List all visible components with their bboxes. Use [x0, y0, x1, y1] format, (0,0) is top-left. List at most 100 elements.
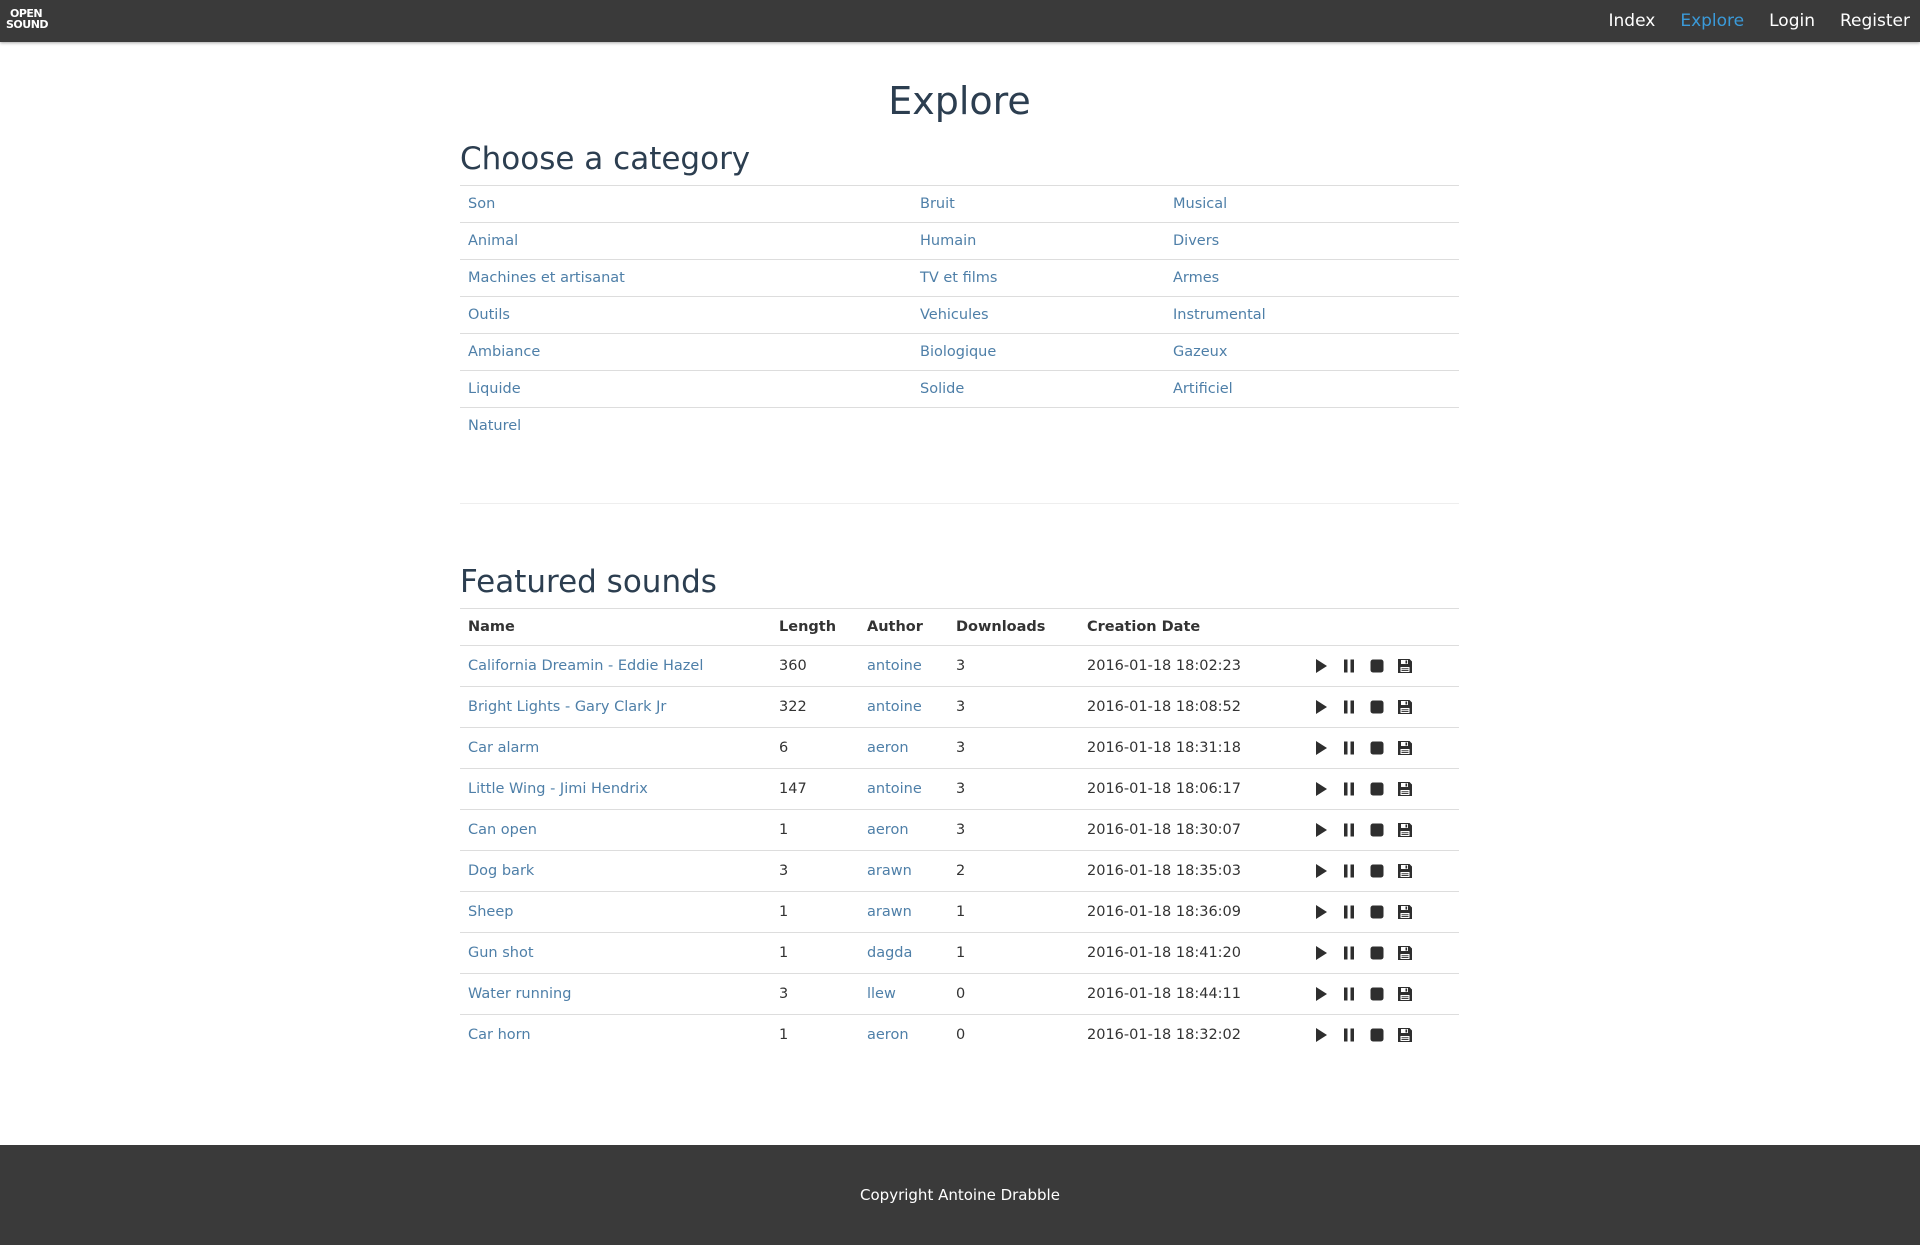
- sound-name-link[interactable]: California Dreamin - Eddie Hazel: [468, 658, 703, 674]
- author-link[interactable]: aeron: [867, 740, 909, 756]
- category-link[interactable]: Armes: [1173, 270, 1219, 286]
- sound-name-link[interactable]: Dog bark: [468, 863, 534, 879]
- logo[interactable]: OPEN SOUND: [6, 8, 49, 34]
- sound-name-link[interactable]: Water running: [468, 986, 571, 1002]
- category-link[interactable]: Biologique: [920, 344, 996, 360]
- category-section-title: Choose a category: [460, 141, 751, 177]
- player-controls: [1304, 903, 1451, 921]
- author-link[interactable]: aeron: [867, 1027, 909, 1043]
- download-button[interactable]: [1396, 903, 1414, 921]
- stop-button[interactable]: [1368, 698, 1386, 716]
- download-button[interactable]: [1396, 862, 1414, 880]
- author-link[interactable]: arawn: [867, 904, 912, 920]
- category-link[interactable]: Divers: [1173, 233, 1219, 249]
- play-button[interactable]: [1312, 698, 1330, 716]
- stop-button[interactable]: [1368, 657, 1386, 675]
- category-link[interactable]: TV et films: [920, 270, 997, 286]
- stop-button[interactable]: [1368, 780, 1386, 798]
- author-link[interactable]: arawn: [867, 863, 912, 879]
- play-button[interactable]: [1312, 985, 1330, 1003]
- cell-name: Little Wing - Jimi Hendrix: [460, 768, 771, 810]
- pause-button[interactable]: [1340, 903, 1358, 921]
- pause-button[interactable]: [1340, 862, 1358, 880]
- play-button[interactable]: [1312, 1026, 1330, 1044]
- sound-date: 2016-01-18 18:02:23: [1087, 658, 1241, 674]
- pause-button[interactable]: [1340, 780, 1358, 798]
- stop-button[interactable]: [1368, 903, 1386, 921]
- author-link[interactable]: llew: [867, 986, 896, 1002]
- sound-name-link[interactable]: Bright Lights - Gary Clark Jr: [468, 699, 666, 715]
- stop-button[interactable]: [1368, 985, 1386, 1003]
- nav-link-index[interactable]: Index: [1609, 11, 1656, 31]
- sound-name-link[interactable]: Gun shot: [468, 945, 534, 961]
- cell-length: 1: [771, 891, 859, 933]
- sound-name-link[interactable]: Sheep: [468, 904, 513, 920]
- pause-button[interactable]: [1340, 698, 1358, 716]
- play-button[interactable]: [1312, 780, 1330, 798]
- category-link[interactable]: Musical: [1173, 196, 1227, 212]
- download-button[interactable]: [1396, 780, 1414, 798]
- download-button[interactable]: [1396, 657, 1414, 675]
- pause-button[interactable]: [1340, 985, 1358, 1003]
- play-button[interactable]: [1312, 862, 1330, 880]
- category-link[interactable]: Vehicules: [920, 307, 989, 323]
- author-link[interactable]: antoine: [867, 699, 922, 715]
- category-link[interactable]: Instrumental: [1173, 307, 1266, 323]
- play-button[interactable]: [1312, 739, 1330, 757]
- stop-button[interactable]: [1368, 1026, 1386, 1044]
- category-link[interactable]: Solide: [920, 381, 964, 397]
- cell-controls: [1296, 891, 1459, 933]
- category-link[interactable]: Humain: [920, 233, 976, 249]
- category-link[interactable]: Machines et artisanat: [468, 270, 625, 286]
- author-link[interactable]: dagda: [867, 945, 912, 961]
- cell-controls: [1296, 850, 1459, 892]
- nav-link-explore[interactable]: Explore: [1680, 11, 1744, 31]
- column-header-creation-date: Creation Date: [1079, 608, 1296, 646]
- pause-button[interactable]: [1340, 944, 1358, 962]
- download-button[interactable]: [1396, 944, 1414, 962]
- stop-button[interactable]: [1368, 821, 1386, 839]
- author-link[interactable]: antoine: [867, 658, 922, 674]
- sound-name-link[interactable]: Car alarm: [468, 740, 539, 756]
- category-link[interactable]: Naturel: [468, 418, 521, 434]
- sound-name-link[interactable]: Little Wing - Jimi Hendrix: [468, 781, 648, 797]
- section-divider: [460, 503, 1459, 504]
- sound-date: 2016-01-18 18:08:52: [1087, 699, 1241, 715]
- stop-button[interactable]: [1368, 944, 1386, 962]
- download-button[interactable]: [1396, 1026, 1414, 1044]
- nav-link-register[interactable]: Register: [1840, 11, 1910, 31]
- pause-button[interactable]: [1340, 739, 1358, 757]
- download-button[interactable]: [1396, 698, 1414, 716]
- download-button[interactable]: [1396, 739, 1414, 757]
- category-link[interactable]: Son: [468, 196, 495, 212]
- pause-button[interactable]: [1340, 821, 1358, 839]
- nav-link-login[interactable]: Login: [1769, 11, 1815, 31]
- play-button[interactable]: [1312, 821, 1330, 839]
- category-row: Outils Vehicules Instrumental: [460, 296, 1459, 334]
- category-link[interactable]: Artificiel: [1173, 381, 1233, 397]
- category-link[interactable]: Ambiance: [468, 344, 540, 360]
- play-button[interactable]: [1312, 903, 1330, 921]
- pause-button[interactable]: [1340, 657, 1358, 675]
- category-link[interactable]: Gazeux: [1173, 344, 1227, 360]
- author-link[interactable]: aeron: [867, 822, 909, 838]
- cell-author: antoine: [859, 645, 948, 687]
- stop-button[interactable]: [1368, 739, 1386, 757]
- stop-button[interactable]: [1368, 862, 1386, 880]
- sound-name-link[interactable]: Can open: [468, 822, 537, 838]
- play-button[interactable]: [1312, 944, 1330, 962]
- author-link[interactable]: antoine: [867, 781, 922, 797]
- play-button[interactable]: [1312, 657, 1330, 675]
- cell-length: 147: [771, 768, 859, 810]
- download-button[interactable]: [1396, 821, 1414, 839]
- category-row: Liquide Solide Artificiel: [460, 370, 1459, 408]
- category-link[interactable]: Outils: [468, 307, 510, 323]
- category-link[interactable]: Animal: [468, 233, 518, 249]
- category-link[interactable]: Liquide: [468, 381, 521, 397]
- pause-button[interactable]: [1340, 1026, 1358, 1044]
- category-row: Machines et artisanat TV et films Armes: [460, 259, 1459, 297]
- category-link[interactable]: Bruit: [920, 196, 955, 212]
- cell-length: 360: [771, 645, 859, 687]
- sound-name-link[interactable]: Car horn: [468, 1027, 531, 1043]
- download-button[interactable]: [1396, 985, 1414, 1003]
